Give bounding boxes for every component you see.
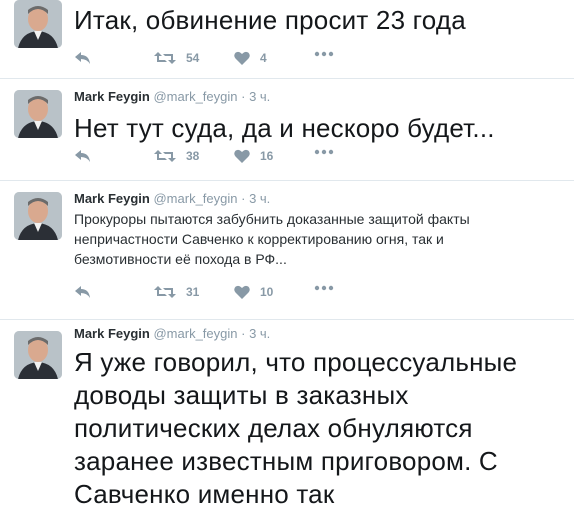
retweet-icon — [154, 52, 176, 64]
timestamp[interactable]: · 3 ч. — [241, 89, 270, 104]
avatar[interactable] — [14, 331, 62, 379]
more-icon — [314, 51, 334, 57]
reply-button[interactable] — [74, 285, 102, 299]
retweet-count: 54 — [186, 51, 200, 65]
like-button[interactable]: 10 — [234, 285, 273, 299]
author-name[interactable]: Mark Feygin — [74, 191, 150, 206]
more-button[interactable] — [314, 51, 344, 57]
reply-button[interactable] — [74, 149, 102, 163]
heart-icon — [234, 51, 250, 65]
timestamp[interactable]: · 3 ч. — [241, 191, 270, 206]
tweet-header: Mark Feygin @mark_feygin · 3 ч. — [74, 326, 270, 341]
more-button[interactable] — [314, 285, 344, 291]
like-button[interactable]: 16 — [234, 149, 273, 163]
author-handle[interactable]: @mark_feygin — [153, 326, 237, 341]
more-icon — [314, 149, 334, 155]
retweet-count: 38 — [186, 149, 200, 163]
tweet-actions: 38 16 — [74, 149, 354, 169]
reply-icon — [75, 52, 90, 64]
like-button[interactable]: 4 — [234, 51, 267, 65]
tweet-actions: 54 4 — [74, 51, 354, 71]
retweet-button[interactable]: 38 — [154, 149, 199, 163]
tweet[interactable]: Mark Feygin @mark_feygin · 3 ч. Прокурор… — [0, 180, 574, 320]
tweet-actions: 31 10 — [74, 285, 354, 305]
more-icon — [314, 285, 334, 291]
reply-button[interactable] — [74, 51, 102, 65]
retweet-button[interactable]: 31 — [154, 285, 199, 299]
avatar-photo — [14, 331, 62, 379]
tweet-text: Прокуроры пытаются забубнить доказанные … — [74, 211, 470, 267]
tweet-text: Итак, обвинение просит 23 года — [74, 5, 466, 35]
avatar[interactable] — [14, 192, 62, 240]
reply-icon — [75, 150, 90, 162]
avatar[interactable] — [14, 90, 62, 138]
author-name[interactable]: Mark Feygin — [74, 326, 150, 341]
heart-icon — [234, 285, 250, 299]
retweet-icon — [154, 150, 176, 162]
tweet-text: Я уже говорил, что процессуальные доводы… — [74, 347, 518, 509]
tweet[interactable]: Mark Feygin @mark_feygin · 3 ч. Я уже го… — [0, 319, 574, 519]
author-handle[interactable]: @mark_feygin — [153, 191, 237, 206]
avatar-photo — [14, 192, 62, 240]
reply-icon — [75, 286, 90, 298]
tweet[interactable]: Итак, обвинение просит 23 года 54 4 — [0, 0, 574, 79]
retweet-button[interactable]: 54 — [154, 51, 199, 65]
retweet-count: 31 — [186, 285, 200, 299]
avatar-photo — [14, 90, 62, 138]
like-count: 4 — [260, 51, 267, 65]
timestamp[interactable]: · 3 ч. — [241, 326, 270, 341]
like-count: 10 — [260, 285, 274, 299]
tweet-header: Mark Feygin @mark_feygin · 3 ч. — [74, 191, 270, 206]
heart-icon — [234, 149, 250, 163]
avatar[interactable] — [14, 0, 62, 48]
author-name[interactable]: Mark Feygin — [74, 89, 150, 104]
tweet[interactable]: Mark Feygin @mark_feygin · 3 ч. Нет тут … — [0, 78, 574, 181]
retweet-icon — [154, 286, 176, 298]
author-handle[interactable]: @mark_feygin — [153, 89, 237, 104]
tweet-header: Mark Feygin @mark_feygin · 3 ч. — [74, 89, 270, 104]
avatar-photo — [14, 0, 62, 48]
like-count: 16 — [260, 149, 274, 163]
tweet-text: Нет тут суда, да и нескоро будет... — [74, 113, 495, 143]
more-button[interactable] — [314, 149, 344, 155]
